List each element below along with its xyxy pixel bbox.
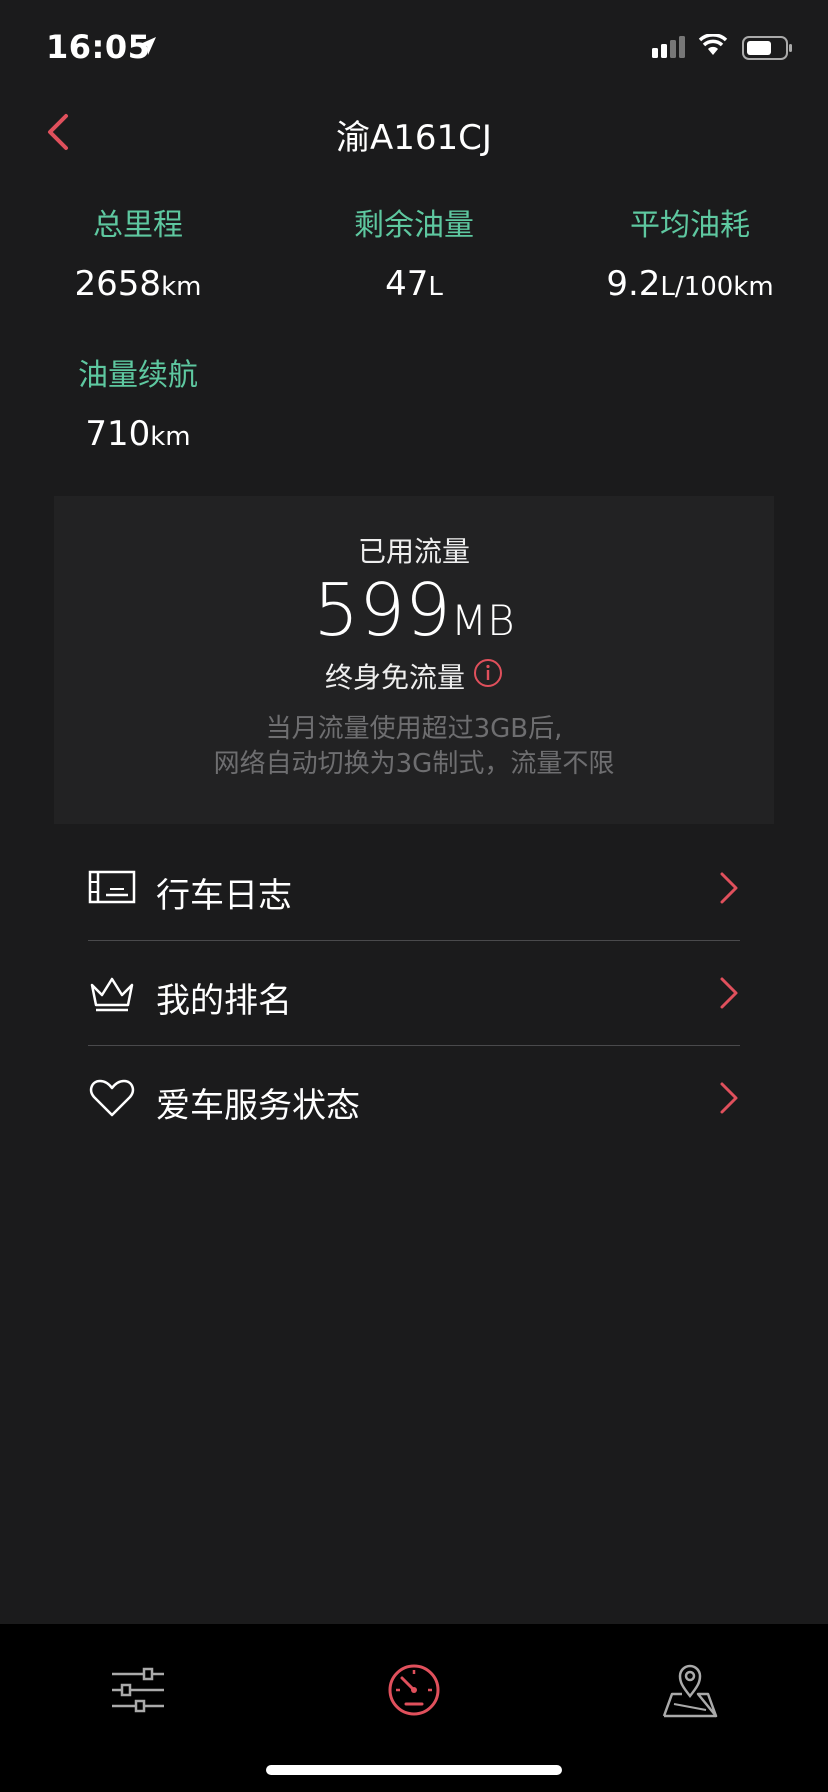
stat-number: 47 (385, 264, 429, 304)
stat-value: 710km (0, 414, 276, 454)
data-plan-label: 终身免流量 (324, 661, 465, 694)
chevron-right-icon (720, 977, 738, 1009)
page-title: 渝A161CJ (336, 118, 492, 158)
data-usage-note-line2: 网络自动切换为3G制式，流量不限 (213, 749, 615, 779)
data-usage-note-line1: 当月流量使用超过3GB后, (265, 714, 563, 744)
home-indicator (266, 1765, 562, 1775)
stat-value: 9.2L/100km (552, 264, 828, 304)
stat-unit: km (161, 272, 202, 302)
menu-item-label: 爱车服务状态 (156, 1086, 360, 1126)
chevron-right-icon (720, 872, 738, 904)
data-usage-number: 599 (313, 568, 451, 652)
stat-unit: km (150, 422, 191, 452)
signal-icon (652, 36, 685, 58)
stat-number: 2658 (74, 264, 162, 304)
stat-total-mileage: 总里程 2658km (0, 200, 276, 304)
sliders-icon (112, 1667, 164, 1713)
tab-dashboard[interactable] (384, 1660, 444, 1720)
tab-settings[interactable] (108, 1660, 168, 1720)
status-bar: 16:05 (0, 0, 828, 100)
tab-map[interactable] (660, 1660, 720, 1720)
data-usage-card: 已用流量 599MB 终身免流量 当月流量使用超过3GB后, 网络自动切换为3G… (54, 496, 774, 824)
stat-value: 47L (276, 264, 552, 304)
menu-item-my-ranking[interactable]: 我的排名 (88, 941, 740, 1046)
data-usage-value: 599MB (54, 568, 774, 652)
crown-icon (90, 977, 134, 1012)
stat-number: 9.2 (606, 264, 661, 304)
info-icon[interactable] (473, 658, 503, 695)
menu-item-car-service-status[interactable]: 爱车服务状态 (88, 1046, 740, 1150)
location-arrow-icon (138, 37, 156, 55)
stat-label: 平均油耗 (630, 208, 750, 243)
stat-label: 总里程 (93, 208, 183, 243)
menu-item-driving-log[interactable]: 行车日志 (88, 836, 740, 941)
stat-unit: L/100km (660, 272, 774, 302)
stat-fuel-left: 剩余油量 47L (276, 200, 552, 304)
stat-number: 710 (85, 414, 151, 454)
nav-bar: 渝A161CJ (0, 100, 828, 164)
stat-value: 2658km (0, 264, 276, 304)
stat-fuel-range: 油量续航 710km (0, 350, 276, 454)
wifi-icon (698, 34, 728, 55)
stat-label: 剩余油量 (354, 208, 474, 243)
stat-unit: L (428, 272, 443, 302)
map-pin-icon (662, 1664, 718, 1718)
data-plan: 终身免流量 (54, 656, 774, 696)
speedometer-icon (388, 1664, 440, 1716)
data-usage-label: 已用流量 (357, 535, 470, 568)
battery-icon (742, 36, 792, 60)
data-usage-note: 当月流量使用超过3GB后, 网络自动切换为3G制式，流量不限 (54, 712, 774, 782)
menu-item-label: 我的排名 (156, 981, 292, 1021)
stat-label: 油量续航 (78, 358, 198, 393)
menu-item-label: 行车日志 (156, 876, 292, 916)
data-usage-unit: MB (450, 596, 515, 645)
logbook-icon (88, 870, 136, 904)
status-time: 16:05 (46, 28, 151, 66)
heart-icon (89, 1079, 135, 1117)
menu-list: 行车日志 我的排名 爱车服务状态 (88, 836, 740, 1150)
stat-avg-consumption: 平均油耗 9.2L/100km (552, 200, 828, 304)
chevron-right-icon (720, 1082, 738, 1114)
